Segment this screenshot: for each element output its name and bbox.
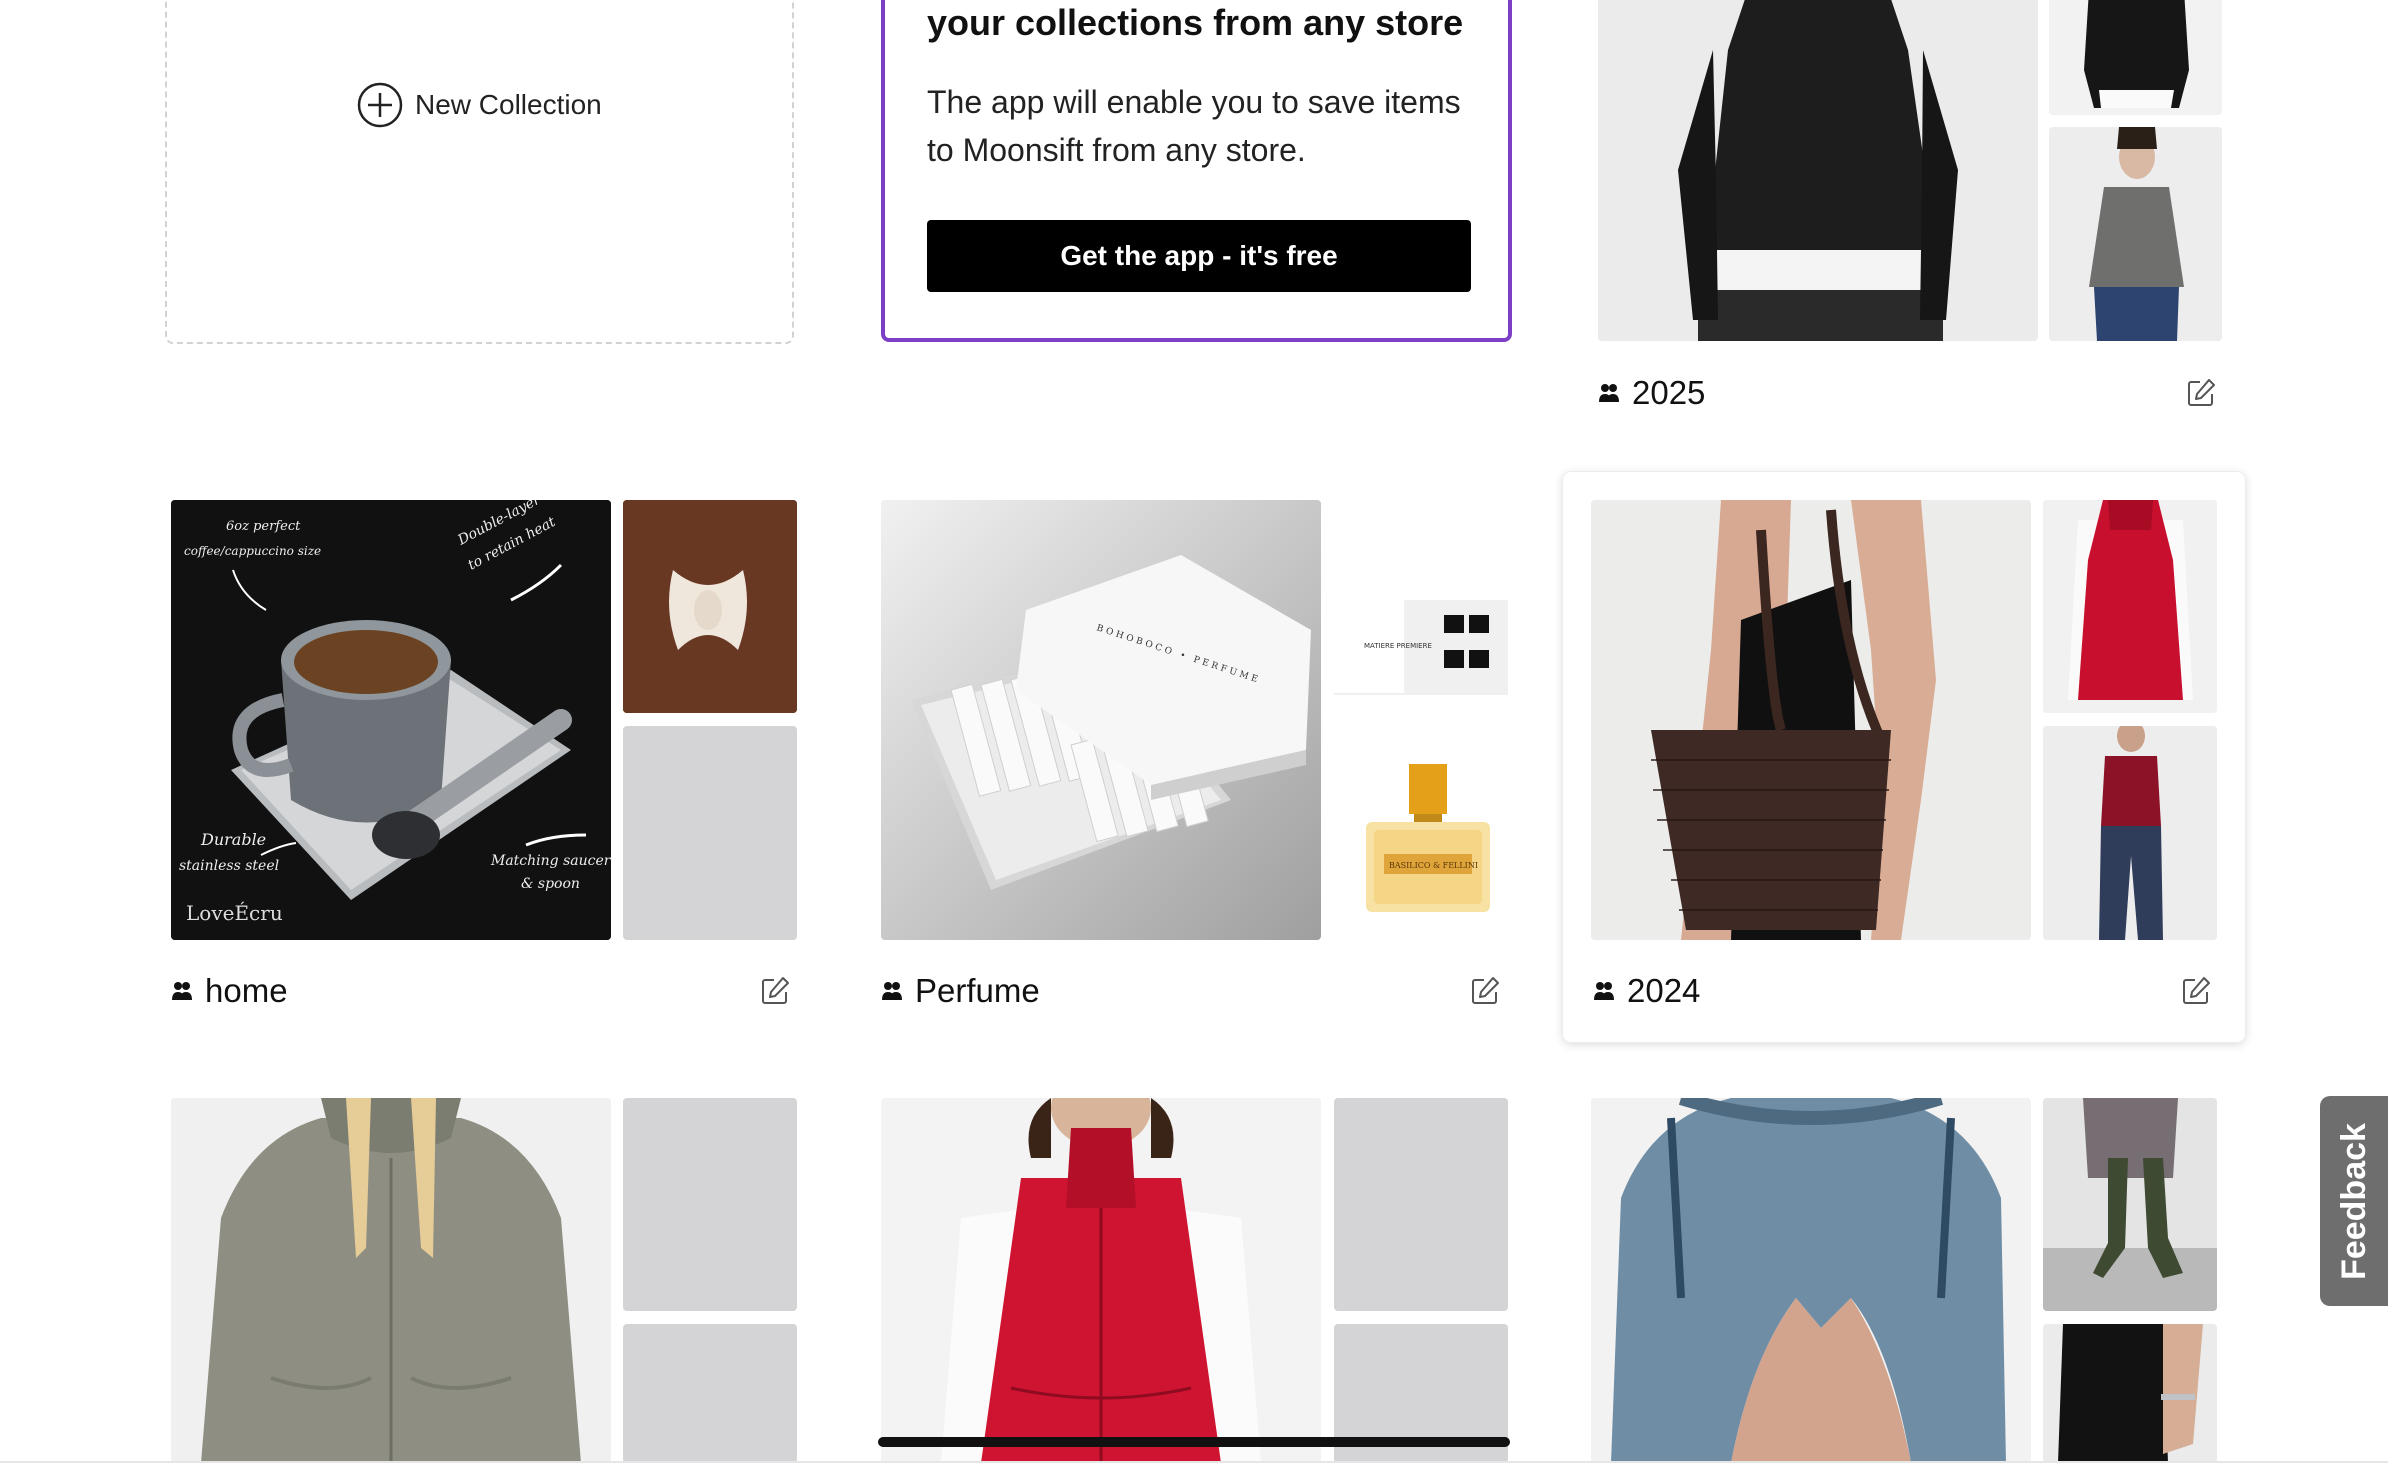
collection-thumb[interactable]	[2043, 500, 2217, 713]
collection-thumb-empty	[1334, 1098, 1508, 1311]
collection-thumb-empty	[623, 1324, 797, 1463]
people-icon	[1599, 384, 1619, 402]
collection-thumb[interactable]	[623, 500, 797, 713]
perfume-samples-photo: MATIERE PREMIERE	[1334, 500, 1508, 713]
collection-name[interactable]: 2024	[1627, 972, 1700, 1010]
new-collection-card[interactable]: New Collection	[165, 0, 794, 344]
new-collection-button[interactable]: New Collection	[357, 82, 602, 128]
annotation-text: Matching saucer	[490, 853, 611, 869]
people-icon	[882, 982, 902, 1000]
horizontal-scrollbar[interactable]	[878, 1437, 1510, 1447]
bow-dish-photo	[623, 500, 797, 713]
collection-thumb[interactable]	[2043, 1098, 2217, 1311]
annotation-text: stainless steel	[179, 858, 279, 874]
collection-main-image[interactable]	[1598, 0, 2038, 341]
annotation-text: Durable	[200, 830, 266, 849]
people-icon	[172, 982, 192, 1000]
blue-cardigan-photo	[1591, 1098, 2031, 1463]
collection-card-perfume[interactable]: BOHOBOCO • PERFUME MATIERE PREMIERE BASI…	[881, 500, 1508, 1020]
red-vest-model-photo	[881, 1098, 1321, 1463]
bracelet-skirt-photo	[2043, 1324, 2217, 1463]
collection-card-2025[interactable]: 2025	[1598, 0, 2222, 420]
brand-logo-text: LoveÉcru	[186, 901, 283, 925]
perfume-bottle-photo: BASILICO & FELLINI	[1334, 726, 1508, 940]
grey-sweater-photo	[2049, 127, 2222, 341]
collection-thumb-empty	[623, 1098, 797, 1311]
annotation-text: & spoon	[521, 876, 580, 892]
red-vest-photo	[2043, 500, 2217, 713]
collection-thumb[interactable]	[2043, 726, 2217, 940]
feedback-label: Feedback	[2334, 1122, 2373, 1280]
collection-card-home[interactable]: 6oz perfect coffee/cappuccino size Doubl…	[171, 500, 797, 1020]
annotation-text: 6oz perfect	[226, 519, 301, 534]
collection-main-image[interactable]	[1591, 1098, 2031, 1463]
edit-icon[interactable]	[760, 976, 790, 1006]
collection-card[interactable]	[881, 1098, 1508, 1463]
promo-title: your collections from any store	[927, 2, 1464, 43]
collection-thumb[interactable]	[2043, 1324, 2217, 1463]
edit-icon[interactable]	[2186, 378, 2216, 408]
annotation-text: coffee/cappuccino size	[184, 544, 321, 558]
collection-name[interactable]: home	[205, 972, 288, 1010]
collection-thumb[interactable]	[2049, 0, 2222, 115]
collection-card[interactable]	[171, 1098, 797, 1463]
get-app-button[interactable]: Get the app - it's free	[927, 220, 1471, 292]
plus-circle-icon	[357, 82, 403, 128]
perfume-box-photo: BOHOBOCO • PERFUME	[881, 500, 1321, 940]
new-collection-label: New Collection	[415, 89, 602, 120]
black-sweater-photo	[2049, 0, 2222, 115]
bottle-label: BASILICO & FELLINI	[1389, 861, 1478, 870]
collection-main-image[interactable]	[881, 1098, 1321, 1463]
collection-card[interactable]	[1591, 1098, 2217, 1463]
coffee-cup-photo: 6oz perfect coffee/cappuccino size Doubl…	[171, 500, 611, 940]
sheer-skirt-boots-photo	[2043, 1098, 2217, 1311]
edit-icon[interactable]	[1470, 976, 1500, 1006]
people-icon	[1594, 982, 1614, 1000]
collection-thumb[interactable]	[2049, 127, 2222, 341]
edit-icon[interactable]	[2181, 976, 2211, 1006]
collection-thumb[interactable]: BASILICO & FELLINI	[1334, 726, 1508, 940]
red-top-jeans-photo	[2043, 726, 2217, 940]
collection-card-2024[interactable]: 2024	[1563, 472, 2245, 1042]
collection-main-image[interactable]	[171, 1098, 611, 1463]
card-label: MATIERE PREMIERE	[1364, 642, 1432, 650]
grey-hoodie-photo	[171, 1098, 611, 1463]
collection-name[interactable]: Perfume	[915, 972, 1040, 1010]
promo-card: your collections from any store The app …	[881, 0, 1512, 342]
collection-main-image[interactable]: BOHOBOCO • PERFUME	[881, 500, 1321, 940]
collection-name[interactable]: 2025	[1632, 374, 1705, 412]
woven-bag-photo	[1591, 500, 2031, 940]
black-top-photo	[1598, 0, 2038, 341]
feedback-tab[interactable]: Feedback	[2320, 1096, 2388, 1306]
collection-thumb[interactable]: MATIERE PREMIERE	[1334, 500, 1508, 713]
collection-thumb-empty	[623, 726, 797, 940]
collection-main-image[interactable]	[1591, 500, 2031, 940]
promo-body: The app will enable you to save items to…	[927, 84, 1461, 168]
collection-main-image[interactable]: 6oz perfect coffee/cappuccino size Doubl…	[171, 500, 611, 940]
